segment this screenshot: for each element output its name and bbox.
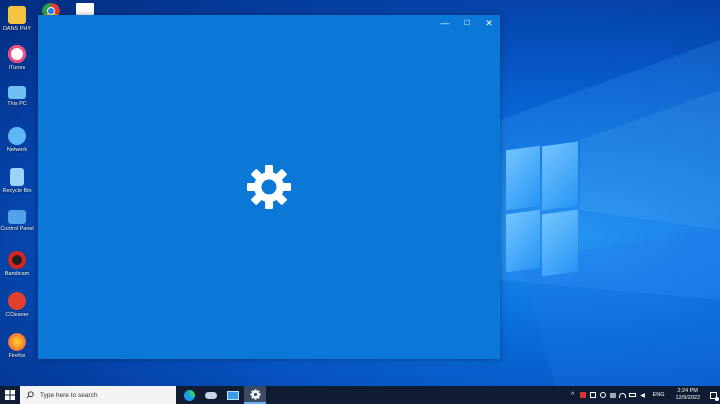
recycle-bin-icon bbox=[10, 168, 24, 186]
taskbar-edge[interactable] bbox=[178, 386, 200, 404]
tray-app-red-icon[interactable] bbox=[578, 386, 588, 404]
taskbar-clock[interactable]: 2:24 PM 12/9/2022 bbox=[676, 388, 700, 402]
firefox-icon bbox=[8, 333, 26, 351]
taskbar-app-photos[interactable] bbox=[222, 386, 244, 404]
app-shortcut-icon[interactable] bbox=[76, 3, 94, 15]
desktop-icon-dans-phy[interactable]: DANS PHY bbox=[0, 6, 34, 32]
notification-icon bbox=[709, 391, 719, 401]
gear-icon bbox=[247, 165, 291, 209]
taskbar-app-cloud[interactable] bbox=[200, 386, 222, 404]
desktop-icon-bandicam[interactable]: Bandicam bbox=[0, 251, 34, 277]
tray-app-icon-3[interactable] bbox=[608, 386, 618, 404]
desktop-icon-ccleaner[interactable]: CCleaner bbox=[0, 292, 34, 318]
tray-app-icon-2[interactable] bbox=[598, 386, 608, 404]
photos-icon bbox=[227, 390, 239, 400]
desktop-icon-itunes[interactable]: iTunes bbox=[0, 45, 34, 71]
battery-icon[interactable] bbox=[628, 386, 638, 404]
tray-app-icon[interactable] bbox=[588, 386, 598, 404]
network-icon bbox=[8, 127, 26, 145]
start-button[interactable] bbox=[0, 386, 20, 404]
settings-gear-icon bbox=[249, 388, 261, 400]
taskbar-search-box[interactable]: Type here to search bbox=[20, 386, 176, 404]
system-tray: ^ ◀ ENG 2:24 PM 12/9/2022 bbox=[568, 386, 720, 404]
maximize-button[interactable]: ☐ bbox=[456, 15, 478, 31]
control-panel-icon bbox=[8, 210, 26, 224]
notification-center-button[interactable] bbox=[706, 386, 720, 404]
settings-window[interactable]: — ☐ ✕ bbox=[38, 15, 500, 359]
weather-icon bbox=[205, 391, 217, 399]
desktop-icon-firefox[interactable]: Firefox bbox=[0, 333, 34, 359]
taskbar: Type here to search ^ ◀ ENG 2:24 PM 12/9… bbox=[0, 386, 720, 404]
network-wifi-icon[interactable] bbox=[618, 386, 628, 404]
taskbar-settings[interactable] bbox=[244, 386, 266, 404]
search-placeholder: Type here to search bbox=[40, 391, 98, 399]
windows-start-icon bbox=[5, 390, 15, 400]
desktop-icon-network[interactable]: Network bbox=[0, 127, 34, 153]
volume-icon[interactable]: ◀ bbox=[638, 386, 648, 404]
chevron-up-icon[interactable]: ^ bbox=[568, 386, 578, 404]
edge-icon bbox=[183, 389, 195, 401]
desktop-icon-recycle-bin[interactable]: Recycle Bin bbox=[0, 168, 34, 194]
desktop-icon-this-pc[interactable]: This PC bbox=[0, 86, 34, 107]
close-button[interactable]: ✕ bbox=[478, 15, 500, 31]
window-controls: — ☐ ✕ bbox=[434, 15, 500, 31]
folder-user-icon bbox=[8, 6, 26, 24]
bandicam-icon bbox=[8, 251, 26, 269]
ccleaner-icon bbox=[8, 292, 26, 310]
minimize-button[interactable]: — bbox=[434, 15, 456, 31]
windows-logo-wallpaper bbox=[500, 140, 580, 280]
itunes-icon bbox=[8, 45, 26, 63]
clock-time: 2:24 PM bbox=[677, 388, 698, 394]
desktop-icon-control-panel[interactable]: Control Panel bbox=[0, 210, 34, 232]
search-icon bbox=[26, 391, 34, 399]
input-language[interactable]: ENG bbox=[653, 392, 665, 398]
clock-date: 12/9/2022 bbox=[675, 395, 700, 401]
computer-icon bbox=[8, 86, 26, 99]
